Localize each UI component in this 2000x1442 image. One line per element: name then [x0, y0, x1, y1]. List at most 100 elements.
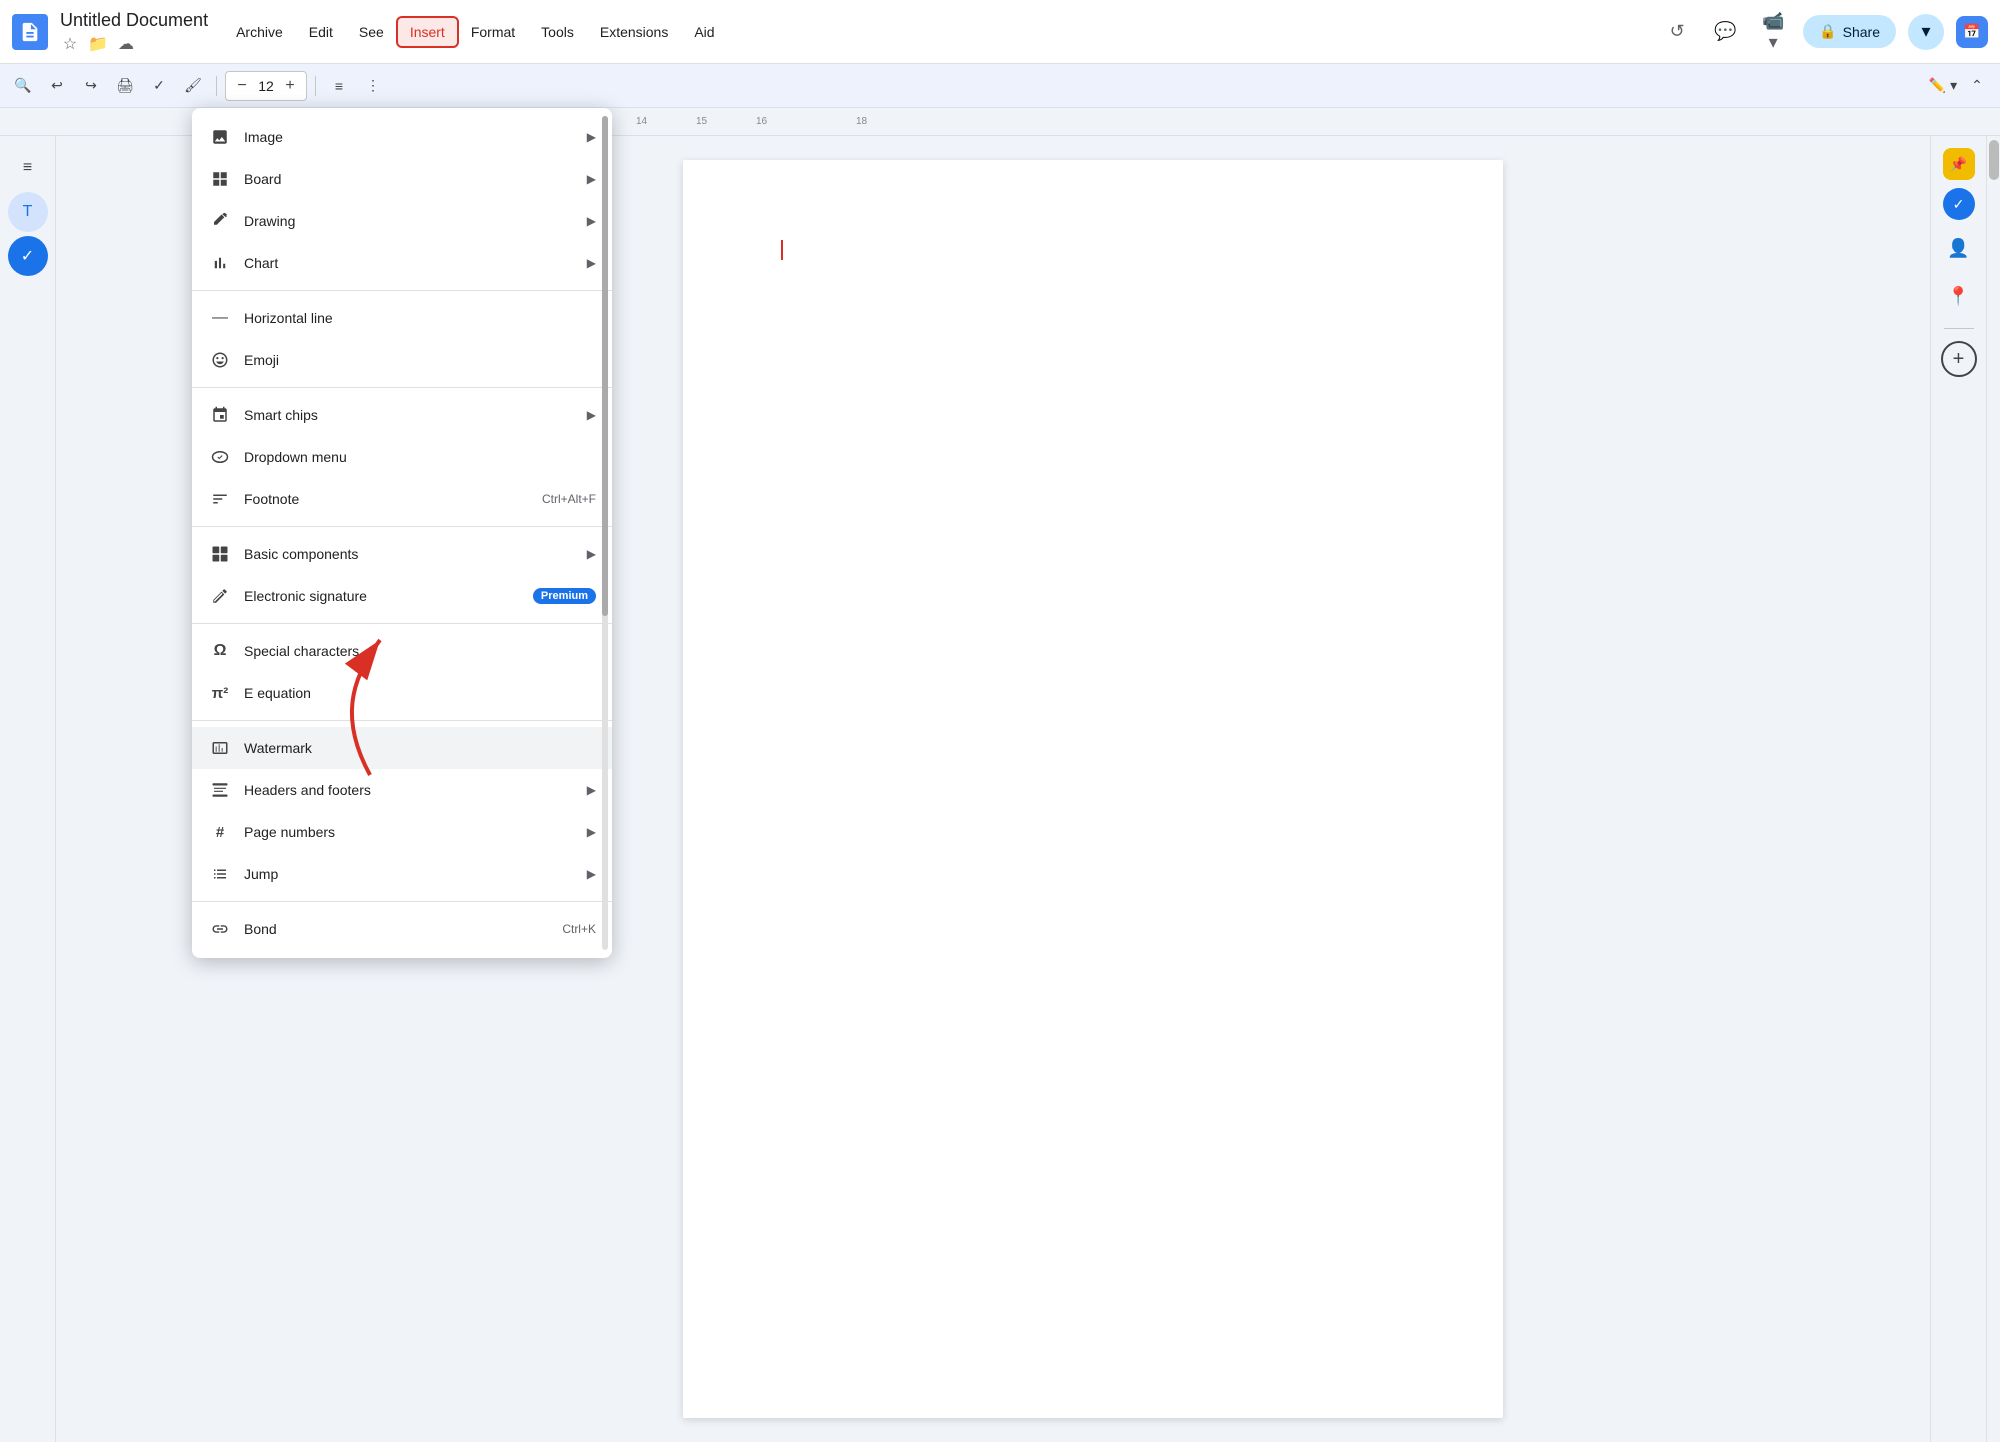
pencil-button[interactable]: ✏️ ▾: [1928, 71, 1958, 101]
scrollbar-thumb[interactable]: [1989, 140, 1999, 180]
divider-after-chart: [192, 290, 612, 291]
doc-title[interactable]: Untitled Document: [60, 9, 208, 32]
menu-edit[interactable]: Edit: [297, 18, 345, 46]
share-chevron[interactable]: ▾: [1908, 14, 1944, 50]
divider-after-footnote: [192, 526, 612, 527]
dropdown-label: Dropdown menu: [244, 449, 596, 465]
title-icons: ☆ 📁 ☁: [60, 34, 208, 54]
maps-icon[interactable]: 📍: [1939, 276, 1979, 316]
tasks-button[interactable]: ✓: [8, 236, 48, 276]
menu-item-jump[interactable]: Jump ▶: [192, 853, 612, 895]
footnote-shortcut: Ctrl+Alt+F: [542, 492, 596, 506]
paint-format-button[interactable]: 🖌: [178, 71, 208, 101]
bond-label: Bond: [244, 921, 562, 937]
outline-button[interactable]: ≡: [8, 148, 48, 188]
font-size-control[interactable]: − 12 +: [225, 71, 307, 101]
pi-icon: π²: [208, 681, 232, 705]
menu-item-page-numbers[interactable]: # Page numbers ▶: [192, 811, 612, 853]
menu-item-board[interactable]: Board ▶: [192, 158, 612, 200]
menu-item-chart[interactable]: Chart ▶: [192, 242, 612, 284]
emoji-icon: [208, 348, 232, 372]
menu-item-horizontal-line[interactable]: — Horizontal line: [192, 297, 612, 339]
menu-extensions[interactable]: Extensions: [588, 18, 680, 46]
menu-item-bond[interactable]: Bond Ctrl+K: [192, 908, 612, 950]
vertical-scrollbar[interactable]: [1986, 136, 2000, 1442]
add-plugin-button[interactable]: +: [1941, 341, 1977, 377]
text-format-button[interactable]: ≡: [324, 71, 354, 101]
menu-tools[interactable]: Tools: [529, 18, 586, 46]
equation-label: E equation: [244, 685, 596, 701]
tasks-right-icon[interactable]: ✓: [1943, 188, 1975, 220]
menu-scrollbar[interactable]: [602, 116, 608, 950]
undo-button[interactable]: ↩: [42, 71, 72, 101]
menu-item-headers-footers[interactable]: Headers and footers ▶: [192, 769, 612, 811]
spell-check-button[interactable]: ✓: [144, 71, 174, 101]
electronic-signature-label: Electronic signature: [244, 588, 533, 604]
menu-scrollbar-thumb[interactable]: [602, 116, 608, 616]
docs-logo-icon: [19, 21, 41, 43]
divider-after-equation: [192, 720, 612, 721]
page-numbers-label: Page numbers: [244, 824, 587, 840]
insert-dropdown-menu: Image ▶ Board ▶ Drawing ▶ Chart ▶ — Hori…: [192, 108, 612, 958]
history-button[interactable]: ↺: [1659, 14, 1695, 50]
menu-format[interactable]: Format: [459, 18, 527, 46]
menu-insert[interactable]: Insert: [398, 18, 457, 46]
board-arrow: ▶: [587, 172, 596, 186]
menu-archive[interactable]: Archive: [224, 18, 295, 46]
svg-text:15: 15: [696, 116, 708, 127]
basic-components-arrow: ▶: [587, 547, 596, 561]
text-cursor: [781, 240, 783, 260]
menu-aid[interactable]: Aid: [682, 18, 726, 46]
contacts-icon[interactable]: 👤: [1939, 228, 1979, 268]
pageless-button[interactable]: T: [8, 192, 48, 232]
board-label: Board: [244, 171, 587, 187]
menu-see[interactable]: See: [347, 18, 396, 46]
keep-icon[interactable]: 📌: [1943, 148, 1975, 180]
menu-item-watermark[interactable]: Watermark: [192, 727, 612, 769]
emoji-label: Emoji: [244, 352, 596, 368]
menu-item-drawing[interactable]: Drawing ▶: [192, 200, 612, 242]
redo-button[interactable]: ↪: [76, 71, 106, 101]
basic-components-icon: [208, 542, 232, 566]
folder-icon[interactable]: 📁: [88, 34, 108, 54]
menu-item-image[interactable]: Image ▶: [192, 116, 612, 158]
left-sidebar: ≡ T ✓: [0, 136, 56, 1442]
chart-arrow: ▶: [587, 256, 596, 270]
menu-item-dropdown[interactable]: Dropdown menu: [192, 436, 612, 478]
signature-icon: [208, 584, 232, 608]
image-icon: [208, 125, 232, 149]
watermark-label: Watermark: [244, 740, 596, 756]
docs-logo: [12, 14, 48, 50]
top-bar: Untitled Document ☆ 📁 ☁ Archive Edit See…: [0, 0, 2000, 64]
menu-item-special-characters[interactable]: Ω Special characters: [192, 630, 612, 672]
sidebar-divider: [1944, 328, 1974, 329]
search-button[interactable]: 🔍: [8, 71, 38, 101]
top-bar-right: ↺ 💬 📹 ▾ 🔒 Share ▾ 📅: [1659, 14, 1988, 50]
basic-components-label: Basic components: [244, 546, 587, 562]
footnote-label: Footnote: [244, 491, 542, 507]
toolbar-divider-1: [216, 76, 217, 96]
print-button[interactable]: 🖨: [110, 71, 140, 101]
horizontal-line-icon: —: [208, 306, 232, 330]
star-icon[interactable]: ☆: [60, 34, 80, 54]
menu-bar: Archive Edit See Insert Format Tools Ext…: [224, 18, 727, 46]
toolbar-divider-2: [315, 76, 316, 96]
menu-item-footnote[interactable]: Footnote Ctrl+Alt+F: [192, 478, 612, 520]
menu-item-emoji[interactable]: Emoji: [192, 339, 612, 381]
bond-shortcut: Ctrl+K: [562, 922, 596, 936]
font-size-decrease[interactable]: −: [232, 76, 252, 96]
font-size-increase[interactable]: +: [280, 76, 300, 96]
more-options-button[interactable]: ⋮: [358, 71, 388, 101]
google-calendar-icon[interactable]: 📅: [1956, 16, 1988, 48]
drawing-label: Drawing: [244, 213, 587, 229]
meet-button[interactable]: 📹 ▾: [1755, 14, 1791, 50]
jump-arrow: ▶: [587, 867, 596, 881]
collapse-button[interactable]: ⌃: [1962, 71, 1992, 101]
cloud-icon[interactable]: ☁: [116, 34, 136, 54]
share-button[interactable]: 🔒 Share: [1803, 15, 1896, 48]
menu-item-equation[interactable]: π² E equation: [192, 672, 612, 714]
menu-item-electronic-signature[interactable]: Electronic signature Premium: [192, 575, 612, 617]
comment-button[interactable]: 💬: [1707, 14, 1743, 50]
menu-item-smart-chips[interactable]: Smart chips ▶: [192, 394, 612, 436]
menu-item-basic-components[interactable]: Basic components ▶: [192, 533, 612, 575]
